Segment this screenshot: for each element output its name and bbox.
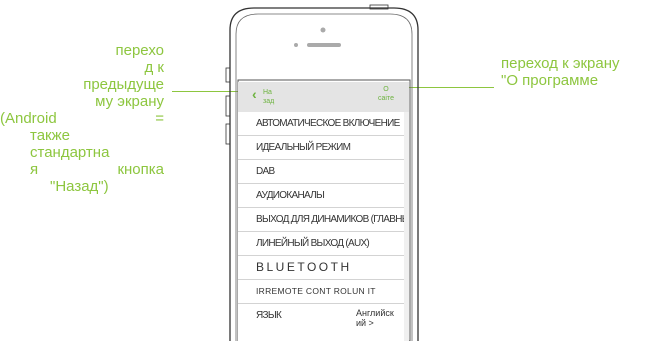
front-camera (320, 27, 326, 33)
menu-item-label: ЯЗЫК (256, 310, 282, 321)
menu-item-label: BLUETOOTH (256, 260, 352, 274)
language-value: Английск ий > (356, 308, 394, 328)
about-button-label: саіте (378, 95, 394, 102)
nav-bar: ‹ Назад О саіте (238, 82, 409, 112)
menu-item-label: АВТОМАТИЧЕСКОЕ ВКЛЮЧЕНИЕ (256, 118, 400, 129)
about-button[interactable]: О саіте (375, 85, 397, 103)
phone-screen: ‹ Назад О саіте АВТОМАТИЧЕСКОЕ ВКЛЮЧЕНИЕ… (238, 82, 409, 341)
menu-item-label: ВЫХОД ДЛЯ ДИНАМИКОВ (ГЛАВНЫЙ) (256, 214, 409, 225)
speaker-grille (307, 43, 341, 47)
menu-item-dab[interactable]: DAB (238, 160, 409, 184)
menu-item-audio-channels[interactable]: АУДИОКАНАЛЫ (238, 184, 409, 208)
menu-item-bluetooth[interactable]: BLUETOOTH (238, 256, 409, 280)
sensor (294, 43, 298, 47)
menu-item-label: IRREMOTE CONT ROLUN IT (256, 286, 376, 296)
menu-item-line-out[interactable]: ЛИНЕЙНЫЙ ВЫХОД (AUX) (238, 232, 409, 256)
menu-item-label: АУДИОКАНАЛЫ (256, 190, 325, 201)
back-button-label: Назад (263, 89, 275, 105)
menu-item-ideal-mode[interactable]: ИДЕАЛЬНЫЙ РЕЖИМ (238, 136, 409, 160)
chevron-left-icon: ‹ (252, 86, 257, 102)
back-button[interactable]: ‹ Назад (252, 86, 292, 110)
menu-item-label: DAB (256, 166, 275, 177)
scrollbar[interactable] (404, 112, 409, 341)
menu-item-label: ЛИНЕЙНЫЙ ВЫХОД (AUX) (256, 238, 370, 249)
menu-item-speaker-output[interactable]: ВЫХОД ДЛЯ ДИНАМИКОВ (ГЛАВНЫЙ) (238, 208, 409, 232)
menu-item-language[interactable]: ЯЗЫК Английск ий > (238, 304, 409, 341)
menu-item-auto-power-on[interactable]: АВТОМАТИЧЕСКОЕ ВКЛЮЧЕНИЕ (238, 112, 409, 136)
about-button-label: О (383, 86, 389, 93)
menu-item-ir-remote[interactable]: IRREMOTE CONT ROLUN IT (238, 280, 409, 304)
menu-item-label: ИДЕАЛЬНЫЙ РЕЖИМ (256, 142, 351, 153)
